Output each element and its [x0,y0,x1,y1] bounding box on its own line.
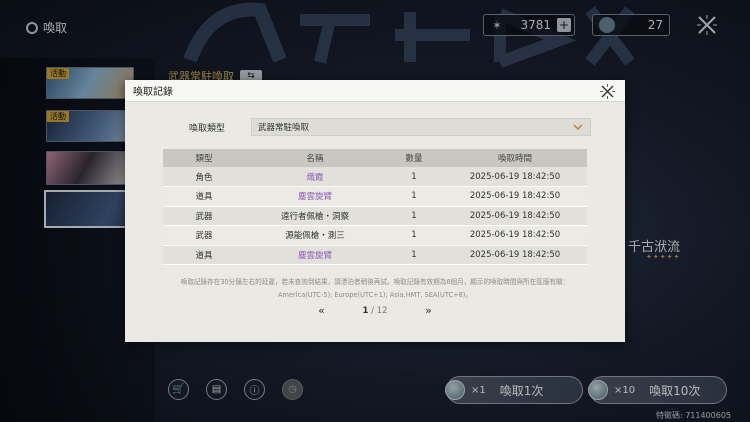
close-icon[interactable] [600,84,615,99]
convene-type-dropdown[interactable]: 武器常駐喚取 [251,118,591,136]
page-indicator: 1 / 12 [362,306,387,316]
row-name: 熾霞 [245,167,385,187]
row-time: 2025-06-19 18:42:50 [443,206,587,226]
current-page: 1 [362,306,369,316]
column-header: 類型 [163,149,245,167]
table-row: 武器 遠行者佩槍・洞察 1 2025-06-19 18:42:50 [163,206,587,226]
table-row: 道具 塵雲旋臂 1 2025-06-19 18:42:50 [163,245,587,265]
history-table: 類型 名稱 數量 喚取時間 角色 熾霞 1 2025-06-19 18:42:5… [163,149,587,265]
row-name: 源能佩槍・測三 [245,225,385,246]
row-qty: 1 [385,167,443,187]
pagination: « 1 / 12 » [125,305,625,316]
dropdown-value: 武器常駐喚取 [258,123,310,133]
table-row: 道具 塵雲旋臂 1 2025-06-19 18:42:50 [163,186,587,207]
next-page-button[interactable]: » [422,305,436,316]
table-row: 武器 源能佩槍・測三 1 2025-06-19 18:42:50 [163,225,587,246]
notice-line: America(UTC-5); Europe(UTC+1); Asia,HMT,… [278,291,472,299]
row-time: 2025-06-19 18:42:50 [443,186,587,207]
total-pages: 12 [376,306,388,316]
row-qty: 1 [385,225,443,246]
type-filter-row: 喚取類型 武器常駐喚取 [189,118,591,136]
filter-label: 喚取類型 [189,123,226,134]
row-name: 塵雲旋臂 [245,186,385,207]
row-time: 2025-06-19 18:42:50 [443,245,587,265]
delay-notice: 喚取記錄存在30分鐘左右的延遲，若未查詢到結果，請漂泊者稍後再試。喚取記錄有效期… [155,276,595,302]
column-header: 數量 [385,149,443,167]
row-time: 2025-06-19 18:42:50 [443,225,587,246]
row-type: 道具 [163,245,245,265]
row-time: 2025-06-19 18:42:50 [443,167,587,187]
row-qty: 1 [385,245,443,265]
notice-line: 喚取記錄存在30分鐘左右的延遲，若未查詢到結果，請漂泊者稍後再試。喚取記錄有效期… [180,278,570,286]
row-type: 道具 [163,186,245,207]
convene-history-dialog: 喚取記錄 喚取類型 武器常駐喚取 類型 名稱 數量 喚取時間 角色 熾霞 1 2… [125,80,625,342]
row-qty: 1 [385,206,443,226]
row-qty: 1 [385,186,443,207]
table-row: 角色 熾霞 1 2025-06-19 18:42:50 [163,167,587,187]
row-name: 塵雲旋臂 [245,245,385,265]
table-header-row: 類型 名稱 數量 喚取時間 [163,149,587,167]
dialog-title: 喚取記錄 [133,87,173,98]
column-header: 喚取時間 [443,149,587,167]
row-type: 角色 [163,167,245,187]
chevron-down-icon [573,124,583,131]
row-name: 遠行者佩槍・洞察 [245,206,385,226]
row-type: 武器 [163,225,245,246]
row-type: 武器 [163,206,245,226]
column-header: 名稱 [245,149,385,167]
prev-page-button[interactable]: « [314,305,328,316]
dialog-header: 喚取記錄 [125,80,625,102]
